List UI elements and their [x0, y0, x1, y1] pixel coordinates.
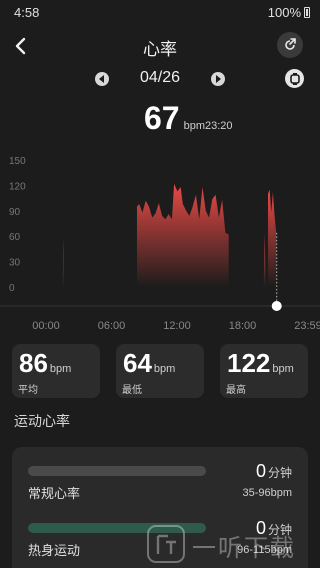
- zone-row-normal[interactable]: 常规心率 0 分钟 35-96bpm: [12, 451, 308, 501]
- share-icon: [285, 38, 296, 50]
- zone-duration-value: 0: [255, 461, 266, 481]
- stat-value-minimum: 64 bpm: [123, 348, 175, 379]
- reading-time: 23:20: [205, 120, 233, 132]
- page-title: 心率: [143, 40, 177, 59]
- date-navigator: 04/26: [0, 66, 320, 92]
- zone-duration: 0 分钟: [256, 461, 292, 482]
- x-tick-label: 06:00: [98, 320, 126, 332]
- triangle-right-icon: [216, 75, 221, 83]
- heart-rate-area-segment-0: [62, 237, 64, 287]
- reading-unit: bpm: [183, 120, 205, 132]
- watch-button[interactable]: [285, 69, 304, 88]
- header: 心率: [0, 28, 320, 64]
- stat-label: 平均: [18, 385, 38, 396]
- x-tick-label: 00:00: [32, 320, 60, 332]
- stat-value-average: 86 bpm: [19, 348, 71, 379]
- stat-number: 86: [19, 348, 48, 378]
- stat-number: 122: [227, 348, 271, 378]
- y-tick-label: 0: [9, 283, 15, 294]
- share-button[interactable]: [277, 32, 303, 58]
- heart-rate-area-segment-2: [263, 234, 266, 287]
- stat-value-maximum: 122 bpm: [227, 348, 294, 379]
- watermark-text: 一听下载: [192, 535, 296, 562]
- watermark-logo-icon: [147, 525, 185, 563]
- y-tick-label: 150: [9, 156, 26, 167]
- battery-icon: [304, 7, 310, 18]
- zone-name: 常规心率: [28, 486, 81, 501]
- stat-card-minimum: 64 bpm 最低: [116, 344, 204, 398]
- watch-icon: [289, 72, 300, 85]
- zone-bar: [28, 466, 206, 476]
- heart-rate-area-segment-1: [136, 183, 229, 287]
- stat-unit: bpm: [272, 363, 294, 375]
- stat-label: 最低: [122, 385, 142, 396]
- y-tick-label: 90: [9, 207, 21, 218]
- stat-card-average: 86 bpm 平均: [12, 344, 100, 398]
- y-tick-label: 60: [9, 232, 21, 243]
- x-tick-label: 18:00: [229, 320, 257, 332]
- x-tick-label: 23:59: [294, 320, 320, 332]
- stat-unit: bpm: [153, 363, 176, 375]
- status-right: 100%: [268, 5, 310, 20]
- heart-rate-area-segment-3: [267, 189, 277, 287]
- status-bar: 4:58 100%: [0, 0, 320, 24]
- y-tick-label: 120: [9, 181, 26, 192]
- heart-rate-chart[interactable]: 0 30 60 90 120 150 00:00 06:00 12:00 18:00 23:59: [0, 150, 320, 340]
- next-day-button[interactable]: [211, 72, 225, 86]
- stat-card-maximum: 122 bpm 最高: [220, 344, 308, 398]
- time-scrubber-handle[interactable]: [271, 301, 282, 311]
- zone-range: 35-96bpm: [242, 487, 292, 499]
- zone-name: 热身运动: [28, 543, 81, 558]
- status-time: 4:58: [14, 5, 40, 20]
- battery-percentage: 100%: [267, 5, 301, 20]
- section-title: 运动心率: [14, 413, 70, 429]
- stat-label: 最高: [226, 385, 246, 396]
- stat-unit: bpm: [49, 363, 72, 375]
- current-reading: 67 bpm23:20: [144, 100, 233, 140]
- stat-number: 64: [123, 348, 152, 378]
- zone-duration-unit: 分钟: [267, 466, 292, 480]
- y-tick-label: 30: [9, 258, 21, 269]
- reading-value: 67: [144, 100, 180, 136]
- date-label[interactable]: 04/26: [0, 69, 320, 87]
- watermark: 一听下载: [140, 520, 320, 568]
- x-tick-label: 12:00: [163, 320, 191, 332]
